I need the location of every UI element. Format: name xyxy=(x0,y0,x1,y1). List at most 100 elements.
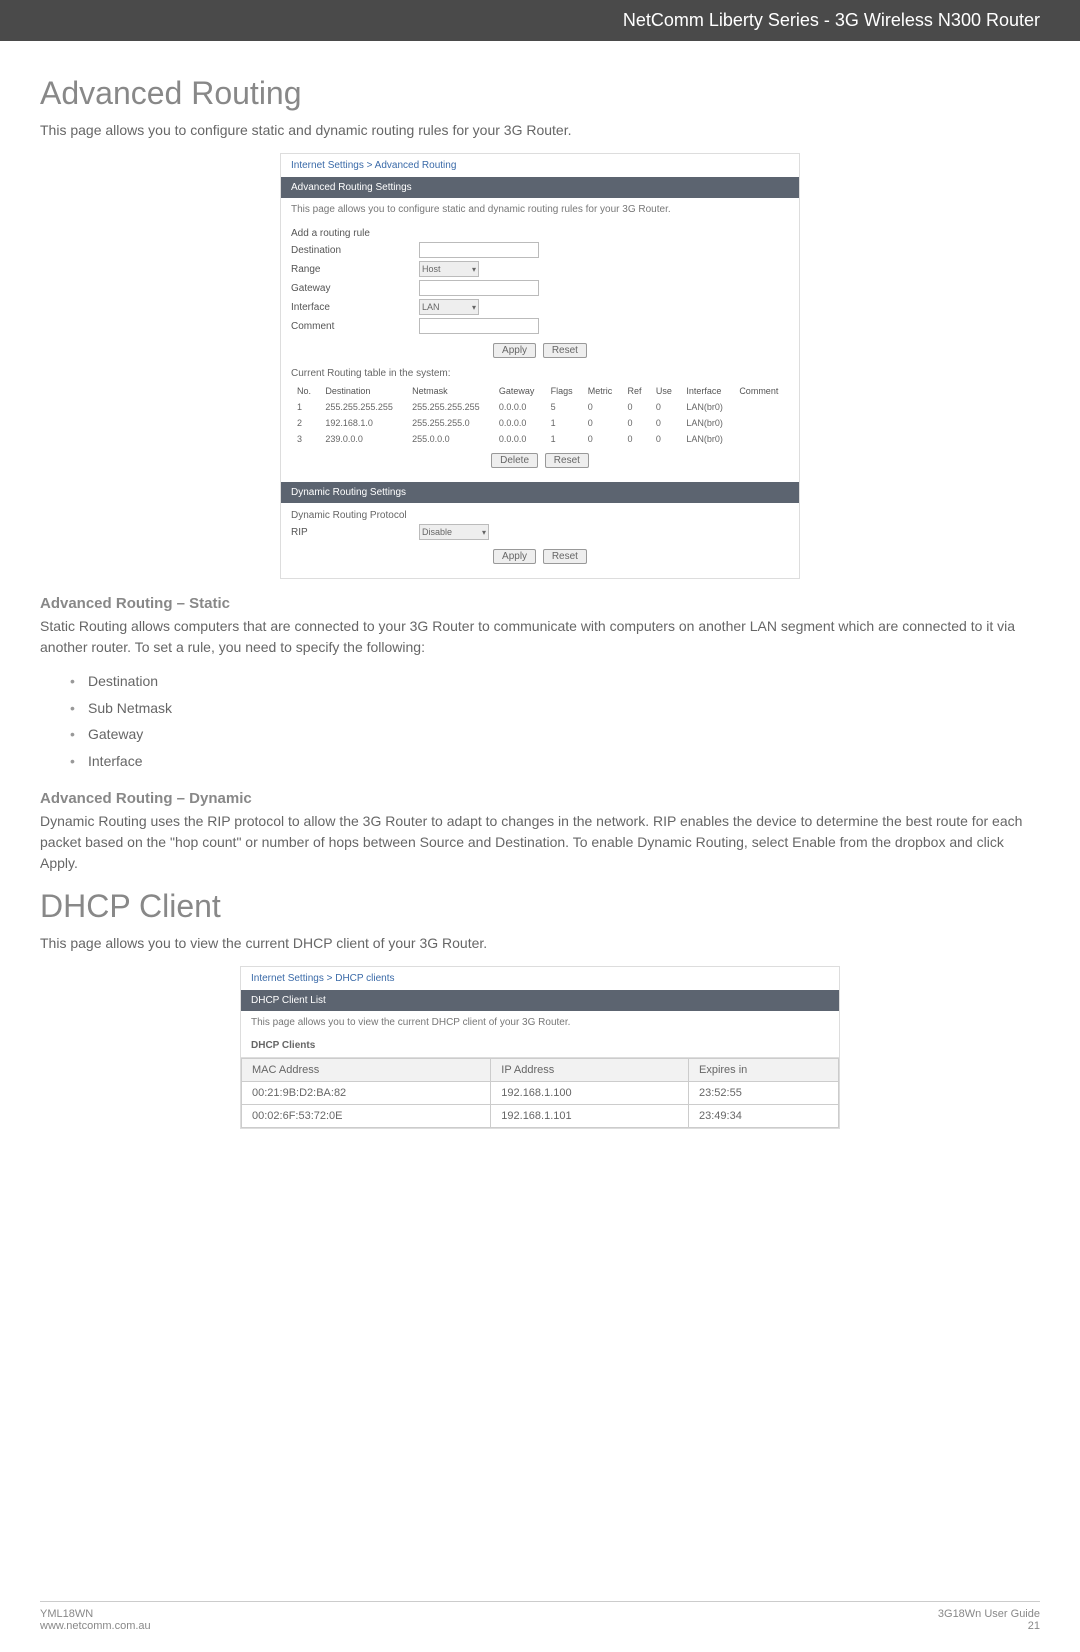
fig-range-label: Range xyxy=(291,264,411,275)
cell: 239.0.0.0 xyxy=(319,431,406,447)
dhcp-client-intro: This page allows you to view the current… xyxy=(40,933,1040,954)
fig-apply-button-2[interactable]: Apply xyxy=(493,549,536,564)
dhcp-fig-breadcrumb: Internet Settings > DHCP clients xyxy=(241,967,839,990)
cell: 0 xyxy=(650,399,681,415)
bullet-subnetmask: Sub Netmask xyxy=(70,695,1040,722)
cell: LAN(br0) xyxy=(680,415,733,431)
cell: 0 xyxy=(622,431,650,447)
bullet-interface: Interface xyxy=(70,748,1040,775)
table-row: 2192.168.1.0255.255.255.00.0.0.01000LAN(… xyxy=(291,415,789,431)
footer-page: 21 xyxy=(938,1620,1040,1632)
chevron-down-icon: ▾ xyxy=(472,303,476,312)
adv-dynamic-text: Dynamic Routing uses the RIP protocol to… xyxy=(40,811,1040,874)
dhcp-client-heading: DHCP Client xyxy=(40,888,1040,925)
adv-dynamic-subtitle: Advanced Routing – Dynamic xyxy=(40,790,1040,807)
cell: 00:21:9B:D2:BA:82 xyxy=(242,1082,491,1105)
fig-delete-button[interactable]: Delete xyxy=(491,453,538,468)
fig-note: This page allows you to configure static… xyxy=(281,198,799,221)
cell: 00:02:6F:53:72:0E xyxy=(242,1105,491,1128)
chevron-down-icon: ▾ xyxy=(482,528,486,537)
page-header-bar: NetComm Liberty Series - 3G Wireless N30… xyxy=(0,0,1080,41)
fig-col-metric: Metric xyxy=(582,383,622,399)
cell: 255.255.255.255 xyxy=(319,399,406,415)
cell: 0 xyxy=(650,415,681,431)
fig-col-ref: Ref xyxy=(622,383,650,399)
page-footer: YML18WN www.netcomm.com.au 3G18Wn User G… xyxy=(40,1601,1040,1652)
cell: LAN(br0) xyxy=(680,431,733,447)
fig-range-select[interactable]: Host ▾ xyxy=(419,261,479,277)
fig-col-no: No. xyxy=(291,383,319,399)
fig-range-value: Host xyxy=(422,264,441,274)
cell: LAN(br0) xyxy=(680,399,733,415)
fig-routing-table: No. Destination Netmask Gateway Flags Me… xyxy=(291,383,789,447)
dhcp-fig-note: This page allows you to view the current… xyxy=(241,1011,839,1034)
footer-model: YML18WN xyxy=(40,1608,151,1620)
dhcp-col-ip: IP Address xyxy=(491,1059,689,1082)
bullet-gateway: Gateway xyxy=(70,721,1040,748)
fig-gateway-label: Gateway xyxy=(291,283,411,294)
adv-static-text: Static Routing allows computers that are… xyxy=(40,616,1040,658)
fig-breadcrumb: Internet Settings > Advanced Routing xyxy=(281,154,799,177)
page-content: Advanced Routing This page allows you to… xyxy=(0,41,1080,1181)
cell: 0 xyxy=(622,399,650,415)
fig-dest-input[interactable] xyxy=(419,242,539,258)
chevron-down-icon: ▾ xyxy=(472,265,476,274)
adv-static-bullets: Destination Sub Netmask Gateway Interfac… xyxy=(70,668,1040,774)
dhcp-clients-table: MAC Address IP Address Expires in 00:21:… xyxy=(241,1058,839,1128)
fig-iface-value: LAN xyxy=(422,302,440,312)
cell: 5 xyxy=(545,399,582,415)
cell: 255.0.0.0 xyxy=(406,431,493,447)
cell: 0 xyxy=(650,431,681,447)
fig-comment-input[interactable] xyxy=(419,318,539,334)
fig-reset-button[interactable]: Reset xyxy=(543,343,587,358)
fig-col-gateway: Gateway xyxy=(493,383,545,399)
fig-drp-label: Dynamic Routing Protocol xyxy=(291,510,407,521)
advanced-routing-figure: Internet Settings > Advanced Routing Adv… xyxy=(280,153,800,579)
fig-rip-select[interactable]: Disable▾ xyxy=(419,524,489,540)
fig-col-netmask: Netmask xyxy=(406,383,493,399)
header-title: NetComm Liberty Series - 3G Wireless N30… xyxy=(623,10,1040,30)
cell: 0.0.0.0 xyxy=(493,399,545,415)
dhcp-figure-wrap: Internet Settings > DHCP clients DHCP Cl… xyxy=(40,966,1040,1129)
fig-col-use: Use xyxy=(650,383,681,399)
advanced-routing-heading: Advanced Routing xyxy=(40,75,1040,112)
cell: 192.168.1.0 xyxy=(319,415,406,431)
cell: 1 xyxy=(545,415,582,431)
fig-table-title: Current Routing table in the system: xyxy=(291,368,789,379)
dhcp-col-mac: MAC Address xyxy=(242,1059,491,1082)
dhcp-fig-band: DHCP Client List xyxy=(241,990,839,1011)
fig-comment-label: Comment xyxy=(291,321,411,332)
fig-col-iface: Interface xyxy=(680,383,733,399)
table-row: 1255.255.255.255255.255.255.2550.0.0.050… xyxy=(291,399,789,415)
fig-add-rule-label: Add a routing rule xyxy=(291,228,411,239)
fig-reset-button-3[interactable]: Reset xyxy=(543,549,587,564)
cell: 192.168.1.101 xyxy=(491,1105,689,1128)
cell: 2 xyxy=(291,415,319,431)
cell xyxy=(733,431,789,447)
cell: 0.0.0.0 xyxy=(493,431,545,447)
fig-iface-label: Interface xyxy=(291,302,411,313)
dhcp-col-exp: Expires in xyxy=(689,1059,839,1082)
fig-iface-select[interactable]: LAN ▾ xyxy=(419,299,479,315)
fig-gateway-input[interactable] xyxy=(419,280,539,296)
fig-section-band-2: Dynamic Routing Settings xyxy=(281,482,799,503)
fig-form: Add a routing rule Destination Range Hos… xyxy=(281,221,799,482)
fig-reset-button-2[interactable]: Reset xyxy=(545,453,589,468)
table-row: 00:21:9B:D2:BA:82 192.168.1.100 23:52:55 xyxy=(242,1082,839,1105)
cell: 255.255.255.255 xyxy=(406,399,493,415)
fig-apply-button[interactable]: Apply xyxy=(493,343,536,358)
fig-section-band: Advanced Routing Settings xyxy=(281,177,799,198)
cell: 0 xyxy=(582,431,622,447)
cell xyxy=(733,415,789,431)
fig-col-comment: Comment xyxy=(733,383,789,399)
fig-col-flags: Flags xyxy=(545,383,582,399)
table-row: 3239.0.0.0255.0.0.00.0.0.01000LAN(br0) xyxy=(291,431,789,447)
footer-url: www.netcomm.com.au xyxy=(40,1620,151,1632)
advanced-routing-intro: This page allows you to configure static… xyxy=(40,120,1040,141)
cell: 23:49:34 xyxy=(689,1105,839,1128)
bullet-destination: Destination xyxy=(70,668,1040,695)
dhcp-figure: Internet Settings > DHCP clients DHCP Cl… xyxy=(240,966,840,1129)
cell: 1 xyxy=(545,431,582,447)
dhcp-fig-section: DHCP Clients xyxy=(241,1034,839,1058)
cell: 1 xyxy=(291,399,319,415)
